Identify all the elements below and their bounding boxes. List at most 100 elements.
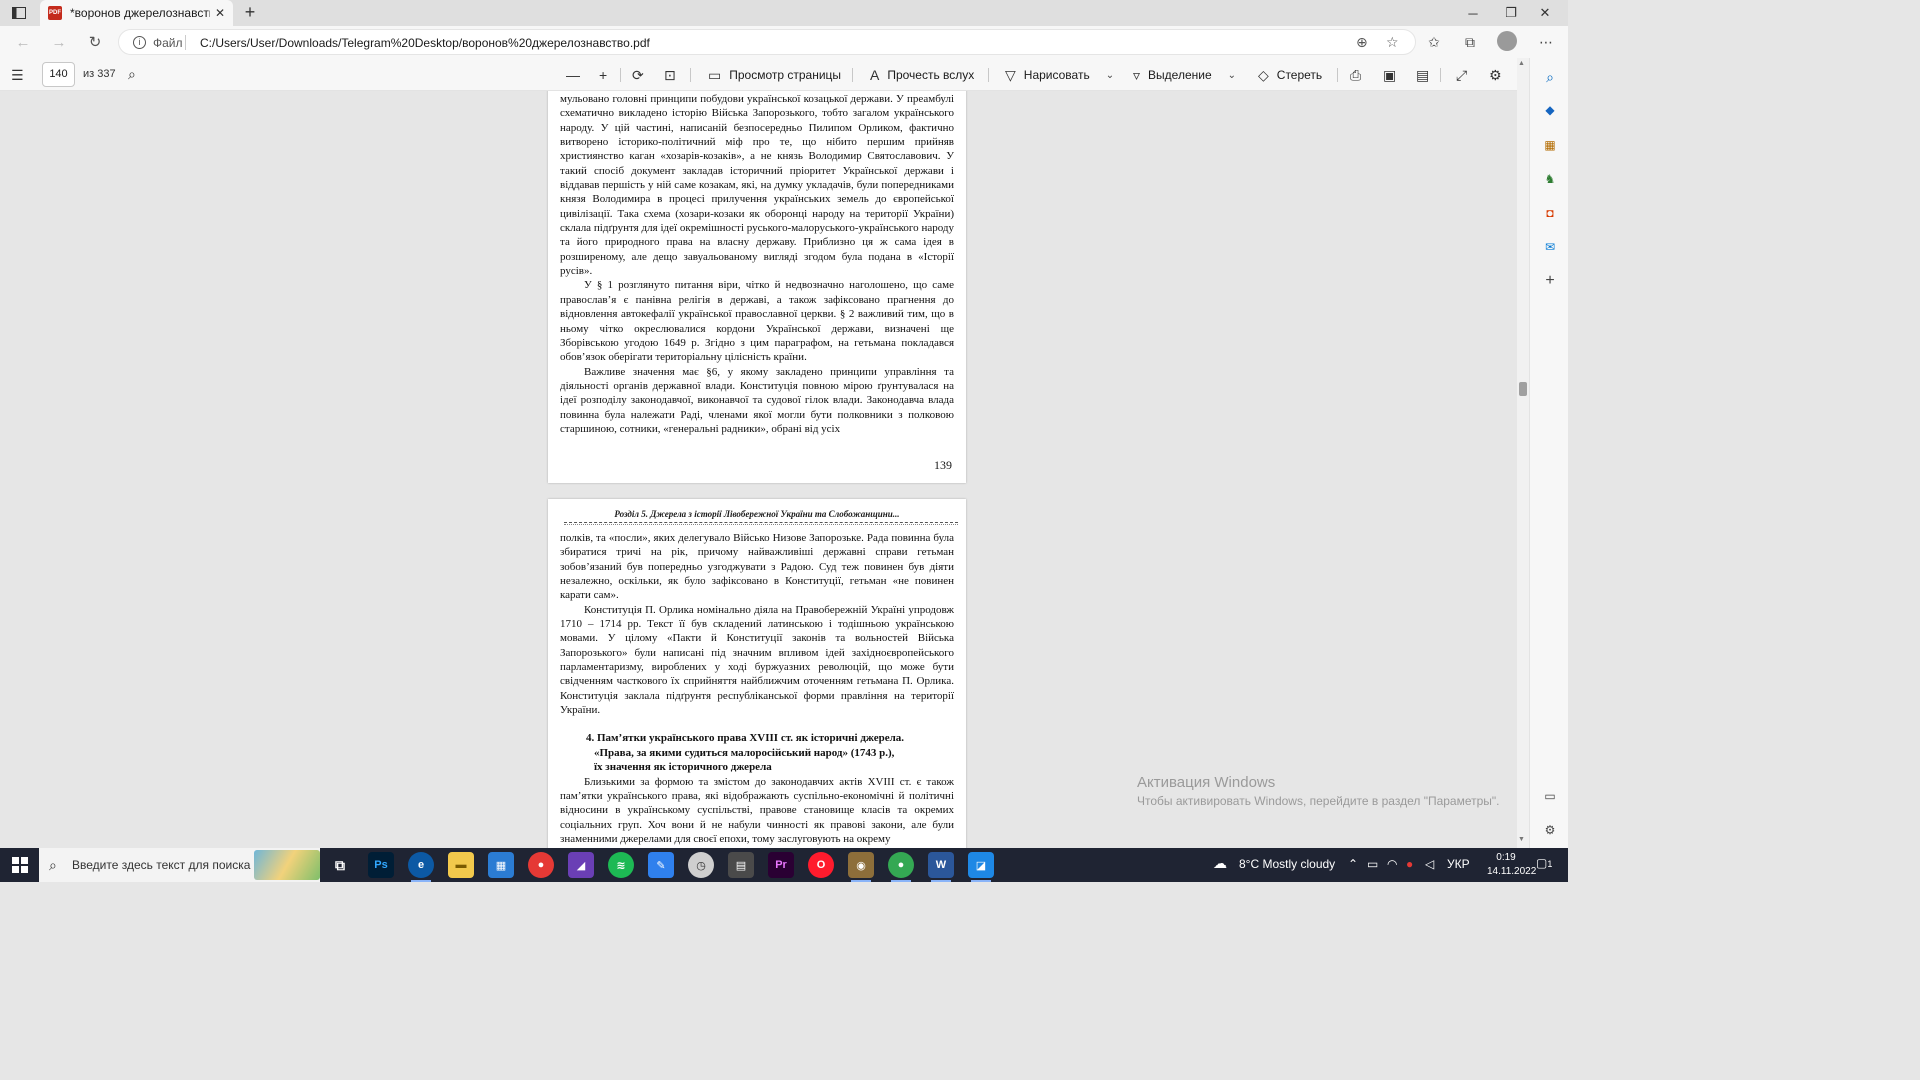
address-separator bbox=[185, 35, 186, 50]
page-view-label: Просмотр страницы bbox=[729, 68, 842, 82]
collections-icon[interactable]: ⧉ bbox=[1460, 32, 1480, 52]
tab-actions-icon[interactable] bbox=[8, 3, 30, 23]
hide-sidebar-icon[interactable]: ▭ bbox=[1541, 787, 1559, 805]
file-explorer-icon[interactable]: ▬ bbox=[448, 852, 474, 878]
sidebar-search-icon[interactable]: ⌕ bbox=[1541, 68, 1559, 86]
chrome-icon-2[interactable]: ● bbox=[888, 852, 914, 882]
notes-icon[interactable]: ✎ bbox=[648, 852, 674, 878]
pdf-settings-button[interactable]: ⚙ bbox=[1489, 65, 1510, 85]
calculator-icon[interactable]: ▤ bbox=[728, 852, 754, 878]
notifications-icon[interactable]: ▢1 bbox=[1536, 856, 1552, 870]
print-button[interactable]: ⎙ bbox=[1350, 65, 1369, 85]
zoom-out-button[interactable]: — bbox=[566, 65, 588, 85]
tab-pdf[interactable]: PDF *воронов джерелознавство.pdf ✕ bbox=[40, 0, 233, 26]
spotify-icon[interactable]: ≋ bbox=[608, 852, 634, 878]
divider bbox=[1337, 68, 1338, 82]
draw-label: Нарисовать bbox=[1023, 68, 1090, 82]
taskbar-search[interactable]: ⌕ Введите здесь текст для поиска bbox=[39, 848, 320, 882]
games-icon[interactable]: ♞ bbox=[1541, 170, 1559, 188]
save-icon: ▣ bbox=[1383, 66, 1397, 83]
address-bar[interactable]: i Файл C:/Users/User/Downloads/Telegram%… bbox=[118, 29, 1416, 55]
word-icon[interactable]: W bbox=[928, 852, 954, 882]
weather-icon[interactable]: ☁ bbox=[1213, 855, 1227, 872]
weather-text[interactable]: 8°C Mostly cloudy bbox=[1239, 857, 1335, 871]
fullscreen-button[interactable]: ⤢ bbox=[1456, 65, 1475, 85]
paint-icon[interactable]: ◪ bbox=[968, 852, 994, 882]
read-aloud-button[interactable]: A Прочесть вслух bbox=[870, 65, 974, 85]
windows-start-icon[interactable] bbox=[12, 857, 28, 873]
search-icon: ⌕ bbox=[49, 857, 57, 873]
sidebar-settings-icon[interactable]: ⚙ bbox=[1541, 821, 1559, 839]
navigation-bar: ← → ↻ i Файл C:/Users/User/Downloads/Tel… bbox=[0, 26, 1568, 58]
section-heading: 4. Пам’ятки українського права XVIII ст.… bbox=[586, 732, 905, 745]
close-tab-icon[interactable]: ✕ bbox=[215, 6, 225, 20]
more-icon[interactable]: ⋯ bbox=[1536, 32, 1556, 52]
pdf-viewport[interactable]: мульовано головні принципи побудови укра… bbox=[0, 91, 1517, 848]
zoom-in-button[interactable]: + bbox=[599, 65, 615, 85]
scheme-label: Файл bbox=[153, 36, 183, 50]
zoom-icon[interactable]: ⊕ bbox=[1356, 34, 1368, 51]
divider bbox=[852, 68, 853, 82]
add-favorite-icon[interactable]: ☆ bbox=[1386, 34, 1399, 51]
draw-icon: ▽ bbox=[1005, 66, 1016, 83]
volume-icon[interactable]: ◁ bbox=[1425, 857, 1434, 871]
tools-icon[interactable]: ▦ bbox=[1541, 136, 1559, 154]
network-icon[interactable]: ▭ bbox=[1367, 857, 1378, 871]
close-window-button[interactable]: ✕ bbox=[1522, 0, 1568, 26]
divider bbox=[988, 68, 989, 82]
office-icon[interactable]: ◘ bbox=[1541, 204, 1559, 222]
wifi-icon[interactable]: ◠ bbox=[1387, 857, 1397, 871]
task-view-icon[interactable]: ⧉ bbox=[327, 852, 353, 878]
refresh-icon[interactable]: ↻ bbox=[84, 32, 106, 52]
chevron-down-icon[interactable]: ⌄ bbox=[1106, 70, 1114, 81]
clock-app-icon[interactable]: ◷ bbox=[688, 852, 714, 878]
section-heading: «Права, за якими судиться малоросійський… bbox=[594, 746, 895, 759]
back-icon[interactable]: ← bbox=[12, 32, 34, 52]
new-tab-button[interactable]: + bbox=[240, 3, 260, 23]
chrome-icon[interactable]: ● bbox=[528, 852, 554, 878]
table-of-contents-icon[interactable]: ☰ bbox=[11, 67, 24, 84]
chevron-down-icon[interactable]: ⌄ bbox=[1228, 70, 1236, 81]
scrollbar-thumb[interactable] bbox=[1519, 382, 1527, 396]
language-indicator[interactable]: УКР bbox=[1447, 857, 1470, 871]
info-icon[interactable]: i bbox=[133, 36, 146, 49]
opera-icon[interactable]: O bbox=[808, 852, 834, 878]
add-sidebar-icon[interactable]: + bbox=[1541, 272, 1559, 290]
forward-icon[interactable]: → bbox=[48, 32, 70, 52]
rotate-button[interactable]: ⟳ bbox=[632, 65, 652, 85]
photoshop-icon[interactable]: Ps bbox=[368, 852, 394, 878]
show-hidden-icons[interactable]: ⌃ bbox=[1348, 857, 1358, 871]
page-view-button[interactable]: ▭ Просмотр страницы bbox=[708, 65, 841, 85]
pdf-page[interactable]: Розділ 5. Джерела з історії Лівобережної… bbox=[548, 499, 966, 848]
eraser-icon: ◇ bbox=[1258, 66, 1269, 83]
save-button[interactable]: ▣ bbox=[1383, 65, 1404, 85]
erase-button[interactable]: ◇ Стереть bbox=[1258, 65, 1322, 85]
paragraph: Важливе значення має §6, у якому закладе… bbox=[560, 365, 954, 435]
store-icon[interactable]: ▦ bbox=[488, 852, 514, 878]
plus-icon: + bbox=[599, 67, 608, 83]
search-icon[interactable]: ⌕ bbox=[128, 66, 136, 83]
edge-icon[interactable]: e bbox=[408, 852, 434, 882]
chrome-profile-icon[interactable]: ◉ bbox=[848, 852, 874, 882]
premiere-icon[interactable]: Pr bbox=[768, 852, 794, 878]
pdf-page[interactable]: мульовано головні принципи побудови укра… bbox=[548, 91, 966, 483]
page-number: 139 bbox=[934, 458, 952, 472]
scroll-down-icon[interactable]: ▼ bbox=[1518, 836, 1525, 843]
outlook-icon[interactable]: ✉ bbox=[1541, 238, 1559, 256]
scroll-up-icon[interactable]: ▲ bbox=[1518, 60, 1525, 67]
antivirus-icon[interactable]: ● bbox=[1406, 857, 1413, 871]
clock[interactable]: 0:19 14.11.2022 bbox=[1487, 851, 1536, 879]
avatar[interactable] bbox=[1497, 31, 1517, 51]
favorites-icon[interactable]: ✩ bbox=[1424, 32, 1444, 52]
paragraph: полків, та «посли», яких делегувало Війс… bbox=[560, 532, 954, 602]
shopping-icon[interactable]: ◆ bbox=[1541, 101, 1559, 119]
fit-page-button[interactable]: ⊡ bbox=[664, 65, 684, 85]
app-icon[interactable]: ◢ bbox=[568, 852, 594, 878]
highlight-button[interactable]: ▿ Выделение ⌄ bbox=[1133, 65, 1236, 85]
page-number-input[interactable]: 140 bbox=[42, 62, 75, 87]
url-text[interactable]: C:/Users/User/Downloads/Telegram%20Deskt… bbox=[200, 36, 650, 50]
vertical-scrollbar[interactable]: ▲ ▼ bbox=[1517, 58, 1529, 848]
draw-button[interactable]: ▽ Нарисовать ⌄ bbox=[1005, 65, 1114, 85]
save-as-button[interactable]: ▤ bbox=[1416, 65, 1437, 85]
